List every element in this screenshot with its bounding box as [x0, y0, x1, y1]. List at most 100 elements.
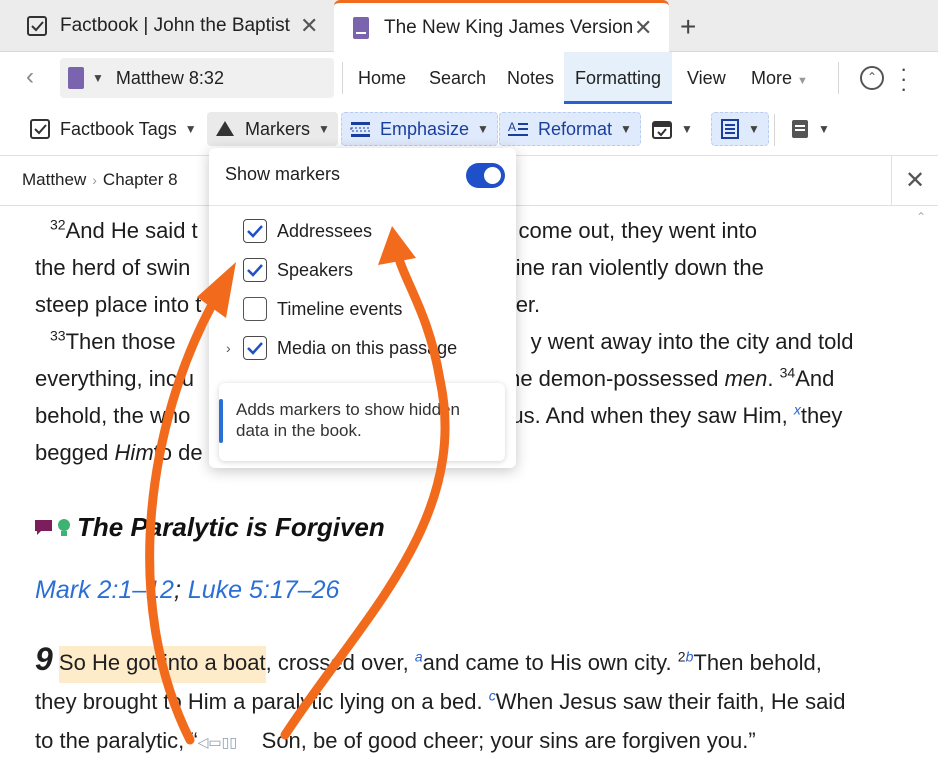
tab-bar: Factbook | John the Baptist ✕ The New Ki…	[0, 0, 938, 53]
back-arrow-icon[interactable]: ‹	[26, 63, 34, 91]
verse-text: Son, be of good cheer; your sins are for…	[261, 728, 756, 753]
markers-button[interactable]: Markers ▼	[207, 112, 338, 146]
menu-home[interactable]: Home	[358, 52, 406, 104]
xref-link[interactable]: Luke 5:17–26	[188, 576, 340, 604]
info-accent-bar	[219, 399, 223, 443]
verse-text-italic: Him	[114, 440, 154, 465]
divider	[774, 114, 775, 146]
triangle-marker-icon	[216, 121, 234, 136]
info-text: Adds markers to show hidden data in the …	[236, 400, 460, 440]
option-speakers[interactable]: Speakers	[243, 257, 353, 283]
tab-label: Factbook | John the Baptist	[60, 15, 290, 36]
menu-more[interactable]: More ▼	[751, 52, 808, 104]
menu-search[interactable]: Search	[429, 52, 486, 104]
close-icon[interactable]: ✕	[634, 15, 652, 41]
document-button[interactable]: ▼	[782, 112, 838, 146]
close-panel-icon[interactable]: ✕	[891, 156, 938, 206]
option-media[interactable]: Media on this passage	[243, 335, 457, 361]
chevron-right-icon: ›	[92, 172, 97, 188]
checkbox-checked[interactable]	[243, 258, 267, 282]
verse-text-italic: men	[724, 366, 768, 391]
verse-text: everything, inclu	[35, 366, 194, 391]
speaker-marker-icon[interactable]: ◁▭▯▯	[198, 723, 262, 762]
lightbulb-icon[interactable]	[57, 517, 71, 539]
xref-separator: ;	[173, 576, 188, 604]
verse-text: sus. And when they saw Him,	[500, 403, 788, 428]
menu-view[interactable]: View	[687, 52, 726, 104]
reformat-icon: A	[508, 120, 528, 136]
option-timeline-events[interactable]: Timeline events	[243, 296, 402, 322]
option-label: Media on this passage	[277, 337, 458, 358]
calendar-button[interactable]: ▼	[643, 112, 701, 146]
verse-number[interactable]: 33	[50, 328, 66, 344]
tab-factbook[interactable]: Factbook | John the Baptist ✕	[0, 0, 330, 52]
popup-title: Show markers	[225, 164, 341, 184]
chevron-down-icon: ▼	[818, 122, 830, 136]
verse-text: and came to His own city.	[422, 650, 672, 675]
menu-notes[interactable]: Notes	[507, 52, 554, 104]
document-icon	[792, 120, 808, 138]
text-line: to the paralytic, “◁▭▯▯ Son, be of good c…	[35, 721, 887, 762]
reformat-button[interactable]: A Reformat ▼	[499, 112, 641, 146]
option-label: Timeline events	[277, 298, 403, 319]
menu-formatting[interactable]: Formatting	[564, 52, 673, 104]
collapse-up-icon[interactable]: ⌃	[860, 66, 884, 90]
book-icon	[68, 67, 84, 89]
highlighted-text[interactable]: So He got into a boat	[58, 646, 266, 683]
breadcrumb-chapter[interactable]: Chapter 8	[103, 170, 178, 189]
factbook-tags-button[interactable]: Factbook Tags ▼	[22, 112, 205, 146]
reference-box[interactable]: ▼ Matthew 8:32	[60, 58, 334, 98]
verse-text: y went away into the city and told	[530, 329, 854, 354]
tab-nkjv[interactable]: The New King James Version ✕	[334, 0, 669, 53]
text-line: 9 So He got into a boat, crossed over, a…	[35, 640, 887, 683]
verse-text: behold, the who	[35, 403, 191, 428]
option-addressees[interactable]: Addressees	[243, 218, 372, 244]
footnote-marker[interactable]: x	[794, 402, 801, 418]
verse-text: When Jesus saw their faith, He said	[495, 689, 846, 714]
footnote-marker[interactable]: c	[489, 688, 496, 704]
checkbox-unchecked[interactable]	[243, 297, 267, 321]
cross-references: Mark 2:1–12; Luke 5:17–26	[35, 576, 339, 605]
chevron-right-icon[interactable]: ›	[226, 340, 231, 356]
verse-text: they	[800, 403, 843, 428]
calendar-icon	[652, 121, 672, 139]
chevron-down-icon: ▼	[797, 75, 808, 87]
checkbox-tag-icon	[30, 119, 50, 139]
chapter-number[interactable]: 9	[35, 641, 53, 677]
chevron-down-icon: ▼	[477, 122, 489, 136]
heading-text: The Paralytic is Forgiven	[77, 512, 385, 542]
markers-dropdown: Show markers Addressees Speakers Timelin…	[209, 148, 516, 468]
verse-text: begged	[35, 440, 109, 465]
markers-label: Markers	[245, 118, 311, 139]
close-icon[interactable]: ✕	[300, 13, 318, 39]
checkbox-checked[interactable]	[243, 219, 267, 243]
divider	[838, 62, 839, 94]
reformat-label: Reformat	[538, 118, 613, 139]
xref-link[interactable]: Mark 2:1–12	[35, 576, 174, 604]
menu-more-label: More	[751, 68, 793, 88]
new-tab-plus-icon[interactable]: +	[680, 11, 696, 43]
chevron-down-icon[interactable]: ▼	[92, 71, 104, 85]
footnote-marker[interactable]: a	[415, 649, 423, 665]
verse-text: , crossed over,	[265, 650, 409, 675]
breadcrumb: Matthew › Chapter 8	[22, 170, 178, 190]
verse-number[interactable]: 32	[50, 217, 66, 233]
chapter-9-text: 9 So He got into a boat, crossed over, a…	[35, 640, 887, 762]
verse-text: the demon-possessed	[501, 366, 719, 391]
verse-number[interactable]: 34	[780, 365, 796, 381]
option-label: Speakers	[277, 259, 354, 280]
verse-number[interactable]: 2	[678, 649, 686, 665]
chevron-down-icon: ▼	[318, 122, 330, 136]
more-options-icon[interactable]: · · ·	[900, 58, 907, 100]
factbook-icon	[26, 15, 48, 37]
breadcrumb-book[interactable]: Matthew	[22, 170, 86, 189]
chevron-down-icon: ▼	[184, 122, 197, 136]
checkbox-checked[interactable]	[243, 336, 267, 360]
list-view-button[interactable]: ▼	[711, 112, 769, 146]
verse-text: the herd of swin	[35, 255, 191, 280]
speech-bubble-icon[interactable]	[33, 517, 55, 539]
show-markers-toggle[interactable]	[466, 163, 505, 188]
scroll-up-icon[interactable]: ⌃	[916, 210, 926, 224]
emphasize-button[interactable]: Emphasize ▼	[341, 112, 498, 146]
navigation-row: ‹ ▼ Matthew 8:32 Home Search Notes Forma…	[0, 52, 938, 104]
